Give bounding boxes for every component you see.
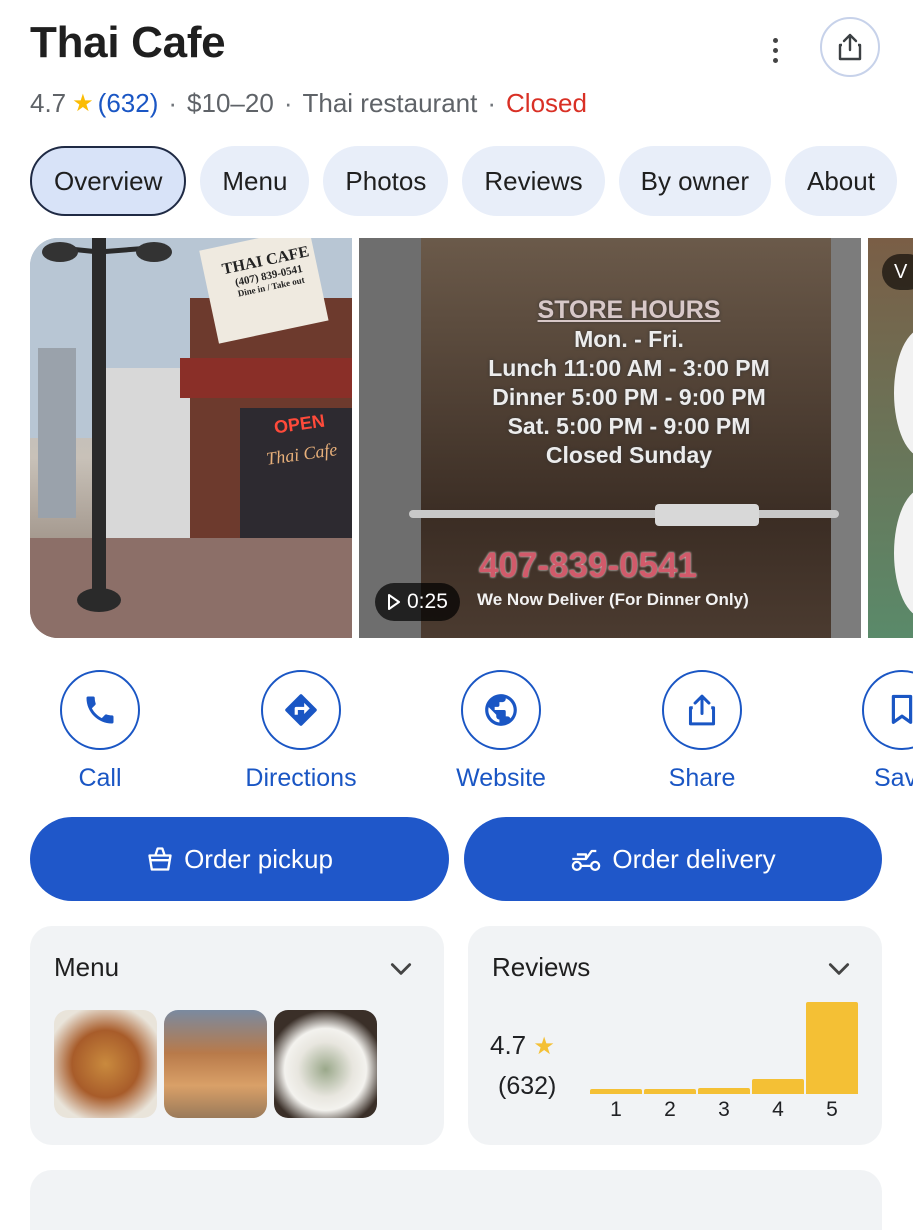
video-duration: 0:25 [407, 590, 448, 613]
order-pickup-button[interactable]: Order pickup [30, 817, 449, 901]
menu-thumbnail-soup[interactable] [274, 1010, 377, 1118]
separator: · [168, 88, 178, 118]
phone-icon [86, 696, 114, 724]
door-phone-number: 407-839-0541 [479, 546, 697, 585]
rating-bar-label: 4 [772, 1098, 784, 1121]
kebab-dot [772, 47, 778, 53]
chevron-down-icon[interactable] [388, 956, 414, 982]
reviews-card-title: Reviews [492, 952, 591, 982]
tab-bar: Overview Menu Photos Reviews By owner Ab… [30, 146, 897, 216]
rating-bar-4 [752, 1079, 804, 1094]
share-circle[interactable] [662, 670, 742, 750]
rating-value: 4.7 [30, 88, 67, 118]
share-label: Share [668, 764, 736, 792]
rating-bar-label: 2 [664, 1098, 676, 1121]
description-card [30, 1170, 882, 1230]
kebab-dot [772, 57, 778, 63]
directions-circle[interactable] [261, 670, 341, 750]
tab-menu[interactable]: Menu [200, 146, 310, 216]
open-status: Closed [506, 88, 587, 118]
save-circle[interactable] [862, 670, 913, 750]
place-meta: 4.7 ★ (632) · $10–20 · Thai restaurant ·… [30, 88, 587, 119]
reviews-rating: 4.7 ★ [490, 1030, 555, 1061]
shopping-bag-icon [148, 847, 172, 871]
share-action[interactable]: Share [637, 670, 767, 793]
reviews-card[interactable]: Reviews 4.7 ★ (632) 1 2 3 4 5 [468, 926, 882, 1145]
category: Thai restaurant [302, 88, 478, 118]
menu-thumbnail-noodles[interactable] [54, 1010, 157, 1118]
globe-icon [485, 694, 517, 726]
separator: · [487, 88, 497, 118]
directions-label: Directions [245, 764, 357, 792]
rating-bar-3 [698, 1088, 750, 1094]
menu-thumbnail-thai-tea[interactable] [164, 1010, 267, 1118]
share-icon [838, 33, 862, 61]
call-label: Call [78, 764, 122, 792]
website-action[interactable]: Website [436, 670, 566, 793]
reviews-count: (632) [498, 1072, 557, 1100]
save-action[interactable]: Sav [862, 670, 913, 810]
call-circle[interactable] [60, 670, 140, 750]
hours-line: Mon. - Fri. [574, 326, 684, 352]
tab-photos[interactable]: Photos [323, 146, 449, 216]
rating-bar-1 [590, 1089, 642, 1094]
hours-line: Closed Sunday [545, 442, 713, 468]
rating-bar-2 [644, 1089, 696, 1094]
share-icon [688, 694, 716, 726]
website-label: Website [456, 764, 546, 792]
food-photo[interactable]: V [868, 238, 913, 638]
video-duration-badge: 0:25 [375, 583, 460, 621]
separator: · [283, 88, 293, 118]
review-count-link[interactable]: (632) [98, 88, 159, 119]
directions-action[interactable]: Directions [236, 670, 366, 793]
star-icon: ★ [72, 90, 94, 117]
hours-line: Lunch 11:00 AM - 3:00 PM [488, 355, 770, 381]
reviews-rating-value: 4.7 [490, 1030, 527, 1060]
store-hours-text: STORE HOURS Mon. - Fri. Lunch 11:00 AM -… [479, 296, 779, 470]
menu-card[interactable]: Menu [30, 926, 444, 1145]
share-button[interactable] [820, 17, 880, 77]
rating-bar-label: 1 [610, 1098, 622, 1121]
directions-icon [285, 694, 317, 726]
chevron-down-icon[interactable] [826, 956, 852, 982]
hours-heading: STORE HOURS [537, 296, 721, 324]
rating-bar-5 [806, 1002, 858, 1094]
storefront-photo[interactable]: THAI CAFE (407) 839-0541 Dine in / Take … [30, 238, 352, 638]
tab-about[interactable]: About [785, 146, 897, 216]
rating-bar-label: 3 [718, 1098, 730, 1121]
hours-line: Dinner 5:00 PM - 9:00 PM [492, 384, 766, 410]
order-delivery-label: Order delivery [612, 843, 776, 874]
tab-overview[interactable]: Overview [30, 146, 187, 216]
tab-reviews[interactable]: Reviews [462, 146, 605, 216]
order-delivery-button[interactable]: Order delivery [464, 817, 882, 901]
order-pickup-label: Order pickup [184, 843, 333, 874]
more-options-button[interactable] [760, 30, 790, 70]
star-icon: ★ [533, 1033, 555, 1060]
storefront-illustration [30, 238, 352, 638]
kebab-dot [772, 37, 778, 43]
call-action[interactable]: Call [35, 670, 165, 793]
photo-badge: V [882, 254, 913, 290]
scooter-icon [572, 849, 601, 871]
play-icon [388, 594, 400, 610]
save-label: Sav [874, 764, 913, 792]
website-circle[interactable] [461, 670, 541, 750]
menu-card-title: Menu [54, 952, 120, 982]
rating-bar-label: 5 [826, 1098, 838, 1121]
price-range: $10–20 [187, 88, 274, 118]
place-title: Thai Cafe [30, 18, 226, 67]
hours-line: Sat. 5:00 PM - 9:00 PM [507, 413, 751, 439]
store-hours-video[interactable]: STORE HOURS Mon. - Fri. Lunch 11:00 AM -… [359, 238, 861, 638]
bookmark-icon [891, 694, 913, 724]
tab-by-owner[interactable]: By owner [618, 146, 771, 216]
delivery-note: We Now Deliver (For Dinner Only) [477, 590, 749, 609]
